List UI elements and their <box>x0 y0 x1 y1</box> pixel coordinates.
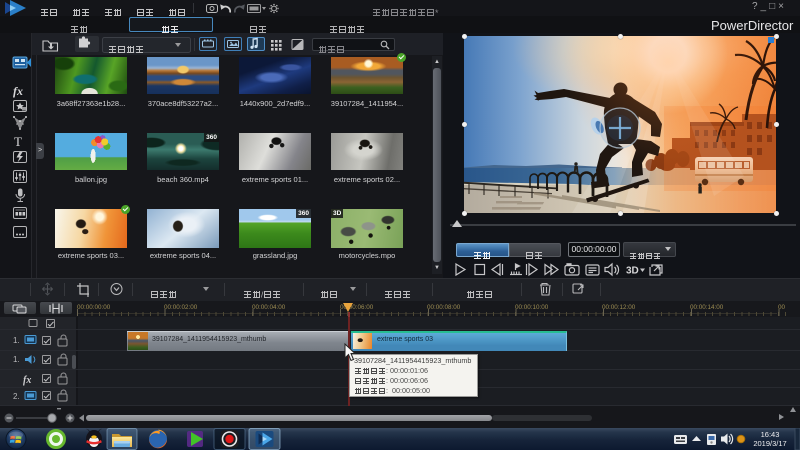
svg-text:T: T <box>14 134 22 149</box>
svg-text:3D: 3D <box>626 266 639 277</box>
svg-text:fx: fx <box>13 84 23 98</box>
svg-text:fx: fx <box>23 375 31 386</box>
